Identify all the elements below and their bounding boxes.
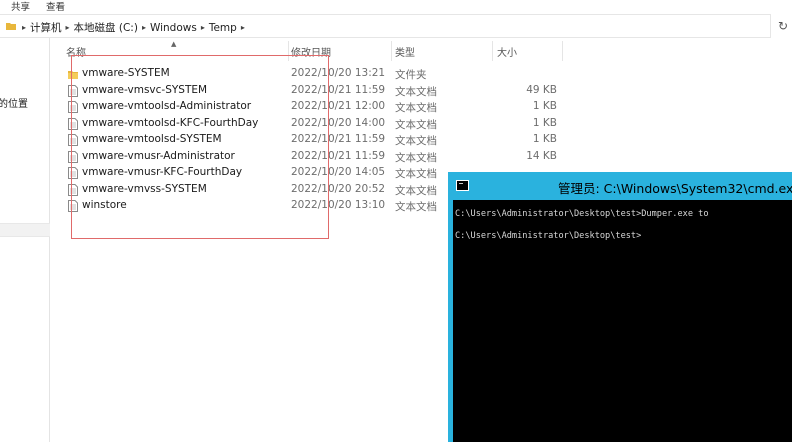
column-name[interactable]: 名称 bbox=[66, 44, 86, 59]
breadcrumb-windows[interactable]: Windows bbox=[150, 22, 197, 34]
file-size: 14 KB bbox=[526, 149, 557, 162]
chevron-right-icon[interactable]: ▸ bbox=[201, 23, 205, 32]
console-line: C:\Users\Administrator\Desktop\test> bbox=[455, 231, 642, 241]
navigation-pane: 的位置 bbox=[0, 38, 50, 442]
file-size: 1 KB bbox=[532, 116, 557, 129]
file-type: 文本文档 bbox=[395, 151, 437, 164]
text-file-icon bbox=[68, 101, 78, 113]
file-type: 文件夹 bbox=[395, 69, 427, 81]
ribbon-tabs: 共享 查看 bbox=[0, 0, 792, 13]
file-size: 1 KB bbox=[532, 100, 557, 112]
file-size: 1 KB bbox=[532, 133, 557, 145]
column-divider[interactable] bbox=[492, 41, 493, 61]
folder-icon bbox=[6, 23, 16, 30]
nav-selected-item[interactable] bbox=[0, 223, 50, 237]
file-size: 49 KB bbox=[526, 83, 557, 96]
breadcrumb-temp[interactable]: Temp bbox=[209, 22, 237, 34]
text-file-icon bbox=[68, 117, 78, 130]
file-modified: 2022/10/21 11:59 bbox=[291, 83, 386, 96]
text-file-icon bbox=[68, 134, 78, 146]
file-type: 文本文档 bbox=[395, 102, 437, 114]
refresh-icon[interactable]: ↻ bbox=[778, 19, 788, 33]
column-modified[interactable]: 修改日期 bbox=[291, 44, 331, 59]
cmd-window-title: 管理员: C:\Windows\System32\cmd.exe bbox=[558, 181, 792, 196]
address-divider bbox=[770, 14, 771, 38]
tab-share[interactable]: 共享 bbox=[11, 0, 30, 13]
column-size[interactable]: 大小 bbox=[497, 44, 517, 59]
file-name: vmware-vmvss-SYSTEM bbox=[82, 182, 207, 195]
file-type: 文本文档 bbox=[395, 135, 437, 147]
file-row[interactable]: vmware-vmusr-Administrator 2022/10/21 11… bbox=[51, 149, 571, 166]
file-modified: 2022/10/20 14:00 bbox=[291, 116, 386, 129]
chevron-right-icon[interactable]: ▸ bbox=[142, 23, 146, 32]
file-type: 文本文档 bbox=[395, 184, 437, 197]
tab-view[interactable]: 查看 bbox=[46, 0, 65, 13]
column-divider[interactable] bbox=[391, 41, 392, 61]
text-file-icon bbox=[68, 150, 78, 163]
folder-icon bbox=[68, 71, 78, 79]
column-type[interactable]: 类型 bbox=[395, 44, 415, 59]
file-name: vmware-vmsvc-SYSTEM bbox=[82, 83, 208, 96]
file-name: vmware-SYSTEM bbox=[82, 67, 170, 79]
file-modified: 2022/10/21 12:00 bbox=[291, 100, 386, 112]
file-modified: 2022/10/20 14:05 bbox=[291, 166, 386, 178]
file-row[interactable]: vmware-vmtoolsd-Administrator 2022/10/21… bbox=[51, 99, 571, 116]
chevron-right-icon[interactable]: ▸ bbox=[22, 23, 26, 32]
file-name: vmware-vmusr-KFC-FourthDay bbox=[82, 166, 243, 178]
console-icon bbox=[456, 180, 469, 191]
file-row[interactable]: vmware-vmtoolsd-KFC-FourthDay 2022/10/20… bbox=[51, 116, 571, 133]
column-headers: ▲ 名称 修改日期 类型 大小 bbox=[51, 40, 563, 61]
file-modified: 2022/10/20 20:52 bbox=[291, 182, 386, 195]
file-row[interactable]: vmware-vmsvc-SYSTEM 2022/10/21 11:59 文本文… bbox=[51, 83, 571, 100]
chevron-right-icon[interactable]: ▸ bbox=[241, 23, 245, 32]
file-modified: 2022/10/20 13:10 bbox=[291, 199, 386, 211]
file-modified: 2022/10/21 11:59 bbox=[291, 149, 386, 162]
text-file-icon bbox=[68, 200, 78, 212]
file-type: 文本文档 bbox=[395, 85, 437, 98]
breadcrumb-local-disk[interactable]: 本地磁盘 (C:) bbox=[74, 20, 138, 35]
file-type: 文本文档 bbox=[395, 168, 437, 180]
column-divider[interactable] bbox=[288, 41, 289, 61]
text-file-icon bbox=[68, 167, 78, 179]
file-name: vmware-vmusr-Administrator bbox=[82, 149, 235, 162]
breadcrumb-computer[interactable]: 计算机 bbox=[30, 20, 62, 35]
file-name: vmware-vmtoolsd-Administrator bbox=[82, 100, 252, 112]
breadcrumb: ▸ 计算机 ▸ 本地磁盘 (C:) ▸ Windows ▸ Temp ▸ bbox=[22, 20, 245, 35]
cmd-titlebar[interactable]: 管理员: C:\Windows\System32\cmd.exe bbox=[448, 172, 792, 199]
text-file-icon bbox=[68, 84, 78, 97]
sort-ascending-icon: ▲ bbox=[171, 40, 177, 48]
file-name: vmware-vmtoolsd-SYSTEM bbox=[82, 133, 222, 145]
file-modified: 2022/10/20 13:21 bbox=[291, 67, 386, 79]
console-line: C:\Users\Administrator\Desktop\test>Dump… bbox=[455, 209, 709, 219]
file-row[interactable]: vmware-vmtoolsd-SYSTEM 2022/10/21 11:59 … bbox=[51, 132, 571, 149]
file-modified: 2022/10/21 11:59 bbox=[291, 133, 386, 145]
address-bar[interactable]: ▸ 计算机 ▸ 本地磁盘 (C:) ▸ Windows ▸ Temp ▸ bbox=[0, 14, 770, 38]
file-row[interactable]: vmware-SYSTEM 2022/10/20 13:21 文件夹 bbox=[51, 66, 571, 83]
text-file-icon bbox=[68, 183, 78, 196]
file-type: 文本文档 bbox=[395, 201, 437, 213]
file-type: 文本文档 bbox=[395, 118, 437, 131]
file-name: vmware-vmtoolsd-KFC-FourthDay bbox=[82, 116, 259, 129]
column-divider[interactable] bbox=[562, 41, 563, 61]
nav-location-label[interactable]: 的位置 bbox=[0, 95, 28, 110]
file-name: winstore bbox=[82, 199, 127, 211]
chevron-right-icon[interactable]: ▸ bbox=[66, 23, 70, 32]
console-output[interactable]: C:\Users\Administrator\Desktop\test>Dump… bbox=[453, 200, 792, 442]
cmd-window[interactable]: 管理员: C:\Windows\System32\cmd.exe C:\User… bbox=[448, 172, 792, 442]
